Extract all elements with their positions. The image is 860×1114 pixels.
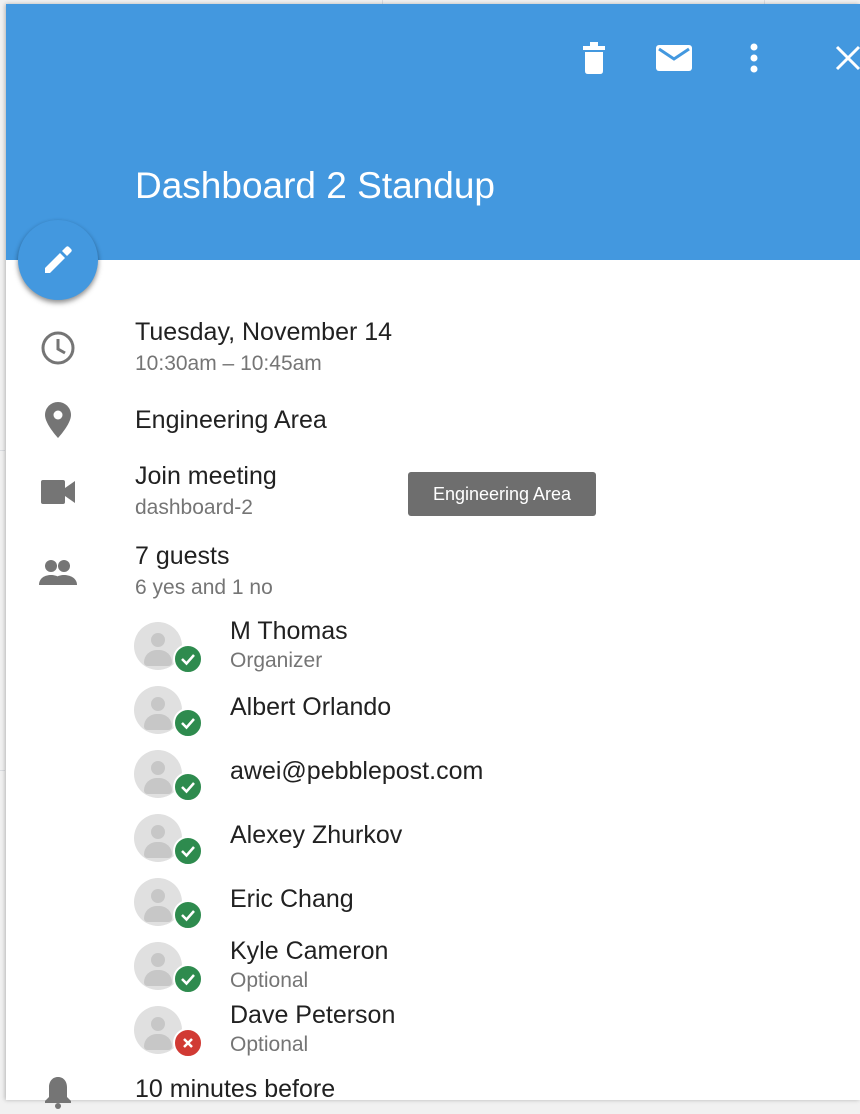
video-camera-icon <box>36 470 80 514</box>
grid-line <box>0 770 5 771</box>
edit-pencil-icon <box>45 246 72 273</box>
close-button[interactable] <box>828 38 860 78</box>
event-location[interactable]: Engineering Area <box>135 405 327 435</box>
grid-line <box>0 450 5 451</box>
rsvp-yes-icon <box>173 900 203 930</box>
more-vert-icon <box>750 43 758 73</box>
close-icon <box>835 45 860 71</box>
guest-item[interactable]: Kyle Cameron Optional <box>134 937 834 998</box>
event-time: 10:30am – 10:45am <box>135 352 322 375</box>
guest-role: Optional <box>230 969 309 992</box>
event-date: Tuesday, November 14 <box>135 318 393 346</box>
event-title: Dashboard 2 Standup <box>135 165 495 206</box>
location-tooltip: Engineering Area <box>408 472 596 516</box>
meeting-id: dashboard-2 <box>135 496 253 519</box>
edit-event-button[interactable] <box>18 220 98 300</box>
email-guests-button[interactable] <box>654 38 694 78</box>
mail-icon <box>656 45 692 71</box>
event-detail-dialog: Dashboard 2 Standup Tuesday, November 14… <box>6 4 860 1109</box>
rsvp-yes-icon <box>173 644 203 674</box>
event-header: Dashboard 2 Standup <box>6 4 860 260</box>
guest-item[interactable]: M Thomas Organizer <box>134 617 834 678</box>
bell-icon <box>36 1070 80 1114</box>
delete-button[interactable] <box>574 38 614 78</box>
guest-name: Alexey Zhurkov <box>230 821 403 849</box>
join-meeting-link[interactable]: Join meeting <box>135 461 277 491</box>
rsvp-yes-icon <box>173 708 203 738</box>
guest-name: Eric Chang <box>230 885 354 913</box>
guest-item[interactable]: awei@pebblepost.com <box>134 750 834 806</box>
guest-item[interactable]: Alexey Zhurkov <box>134 814 834 870</box>
guest-item[interactable]: Dave Peterson Optional <box>134 1001 834 1062</box>
guest-name: Albert Orlando <box>230 693 392 721</box>
location-pin-icon <box>36 398 80 442</box>
guest-count: 7 guests <box>135 542 230 570</box>
guest-name: awei@pebblepost.com <box>230 757 484 785</box>
guest-name: M Thomas <box>230 617 348 645</box>
rsvp-summary: 6 yes and 1 no <box>135 576 273 599</box>
guest-name: Dave Peterson <box>230 1001 396 1029</box>
rsvp-yes-icon <box>173 772 203 802</box>
trash-icon <box>583 42 605 74</box>
guest-name: Kyle Cameron <box>230 937 389 965</box>
guest-role: Optional <box>230 1033 309 1056</box>
rsvp-yes-icon <box>173 964 203 994</box>
people-icon <box>36 550 80 594</box>
guest-item[interactable]: Albert Orlando <box>134 686 834 742</box>
rsvp-no-icon <box>173 1028 203 1058</box>
more-options-button[interactable] <box>734 38 774 78</box>
clock-icon <box>36 326 80 370</box>
guest-item[interactable]: Eric Chang <box>134 878 834 934</box>
rsvp-yes-icon <box>173 836 203 866</box>
guest-role: Organizer <box>230 649 323 672</box>
